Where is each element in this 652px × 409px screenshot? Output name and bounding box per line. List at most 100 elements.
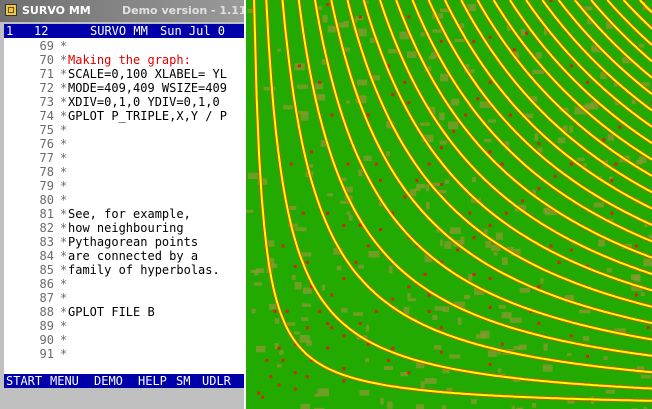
pythagorean-point	[305, 375, 309, 379]
texture-patch	[279, 350, 284, 355]
edit-line[interactable]: 70 * Making the graph:	[4, 53, 244, 67]
texture-patch	[444, 241, 452, 249]
cmd-sm[interactable]: SM	[176, 374, 190, 388]
edit-line[interactable]: 81 * See, for example,	[4, 207, 244, 221]
title-bar[interactable]: SURVO MM Demo version - 1.11	[0, 0, 244, 22]
texture-patch	[276, 364, 282, 368]
cmd-help[interactable]: HELP	[138, 374, 167, 388]
pythagorean-point	[504, 211, 508, 215]
pythagorean-point	[646, 326, 650, 330]
pythagorean-point	[427, 162, 431, 166]
edit-line[interactable]: 71 * SCALE=0,100 XLABEL= YL	[4, 67, 244, 81]
edit-field[interactable]: 69 * 70 * Making the graph: 71 * SCALE=0,100 XL…	[4, 38, 244, 374]
edit-line[interactable]: 89 *	[4, 319, 244, 333]
texture-patch	[277, 48, 281, 52]
texture-patch	[495, 232, 503, 240]
edit-line[interactable]: 88 * GPLOT FILE B	[4, 305, 244, 319]
pythagorean-point	[537, 187, 541, 191]
pythagorean-point	[407, 15, 411, 19]
edit-line[interactable]: 80 *	[4, 193, 244, 207]
edit-line[interactable]: 72 * MODE=409,409 WSIZE=409	[4, 81, 244, 95]
texture-patch	[294, 331, 300, 335]
cmd-menu[interactable]: MENU	[50, 374, 79, 388]
line-number-label: 90	[39, 333, 54, 347]
cmd-udlr[interactable]: UDLR	[202, 374, 231, 388]
texture-patch	[321, 284, 325, 291]
line-text: are connected by a	[68, 249, 199, 263]
edit-line[interactable]: 78 *	[4, 165, 244, 179]
line-text: how neighbouring	[68, 221, 184, 235]
pythagorean-point	[569, 334, 573, 338]
edit-line[interactable]: 83 * Pythagorean points	[4, 235, 244, 249]
edit-line[interactable]: 82 * how neighbouring	[4, 221, 244, 235]
line-number-label: 74	[39, 109, 54, 123]
line-text: Making the graph:	[68, 53, 191, 67]
edit-line[interactable]: 69 *	[4, 39, 244, 53]
texture-patch	[296, 84, 308, 89]
edit-line[interactable]: 84 * are connected by a	[4, 249, 244, 263]
control-char: *	[60, 165, 68, 179]
texture-patch	[420, 32, 425, 37]
control-char: *	[60, 95, 68, 109]
pythagorean-point	[305, 260, 309, 264]
line-number-label: 91	[39, 347, 54, 361]
graph-window[interactable]	[246, 0, 652, 409]
edit-line[interactable]: 90 *	[4, 333, 244, 347]
control-char: *	[60, 277, 68, 291]
edit-line[interactable]: 87 *	[4, 291, 244, 305]
texture-patch	[300, 112, 309, 121]
texture-patch	[327, 193, 333, 197]
line-text: family of hyperbolas.	[68, 263, 220, 277]
pythagorean-point	[305, 326, 309, 330]
control-char: *	[60, 207, 68, 221]
pythagorean-point	[358, 322, 362, 326]
edit-line[interactable]: 77 *	[4, 151, 244, 165]
control-char: *	[60, 305, 68, 319]
edit-line[interactable]: 91 *	[4, 347, 244, 361]
texture-patch	[532, 403, 537, 408]
line-text: XDIV=0,1,0 YDIV=0,1,0	[68, 95, 220, 109]
texture-patch	[441, 405, 447, 409]
version-label: Demo version - 1.11	[122, 4, 244, 17]
pythagorean-point	[569, 248, 573, 252]
texture-patch	[289, 206, 297, 211]
status-app-name: SURVO MM	[90, 24, 148, 38]
status-date: Sun Jul 0	[160, 24, 226, 38]
edit-line[interactable]: 79 *	[4, 179, 244, 193]
texture-patch	[357, 28, 367, 37]
pythagorean-point	[310, 150, 313, 154]
texture-patch	[283, 105, 293, 110]
cmd-demo[interactable]: DEMO	[94, 374, 123, 388]
pythagorean-point	[301, 211, 305, 215]
texture-patch	[432, 29, 442, 33]
texture-patch	[359, 390, 370, 396]
pythagorean-point	[318, 309, 322, 313]
texture-patch	[607, 134, 614, 141]
line-text: GPLOT P_TRIPLE,X,Y / P	[68, 109, 227, 123]
pythagorean-point	[391, 297, 395, 301]
cmd-start[interactable]: START	[6, 374, 42, 388]
texture-patch	[487, 119, 497, 123]
line-number-label: 76	[39, 137, 54, 151]
texture-patch	[302, 287, 312, 294]
texture-patch	[368, 251, 380, 258]
edit-line[interactable]: 76 *	[4, 137, 244, 151]
line-text: SCALE=0,100 XLABEL= YL	[68, 67, 227, 81]
edit-line[interactable]: 85 * family of hyperbolas.	[4, 263, 244, 277]
texture-patch	[480, 330, 490, 339]
texture-patch	[432, 314, 438, 320]
texture-patch	[358, 169, 363, 177]
texture-patch	[346, 211, 351, 216]
texture-patch	[448, 121, 459, 130]
pythagorean-point	[289, 162, 293, 166]
pythagorean-point	[634, 244, 638, 248]
texture-patch	[384, 366, 394, 370]
edit-line[interactable]: 86 *	[4, 277, 244, 291]
texture-patch	[639, 156, 647, 163]
edit-line[interactable]: 73 * XDIV=0,1,0 YDIV=0,1,0	[4, 95, 244, 109]
edit-line[interactable]: 75 *	[4, 123, 244, 137]
edit-line[interactable]: 74 * GPLOT P_TRIPLE,X,Y / P	[4, 109, 244, 123]
texture-patch	[464, 294, 471, 300]
survo-app-icon[interactable]	[5, 4, 17, 16]
texture-patch	[309, 164, 314, 168]
